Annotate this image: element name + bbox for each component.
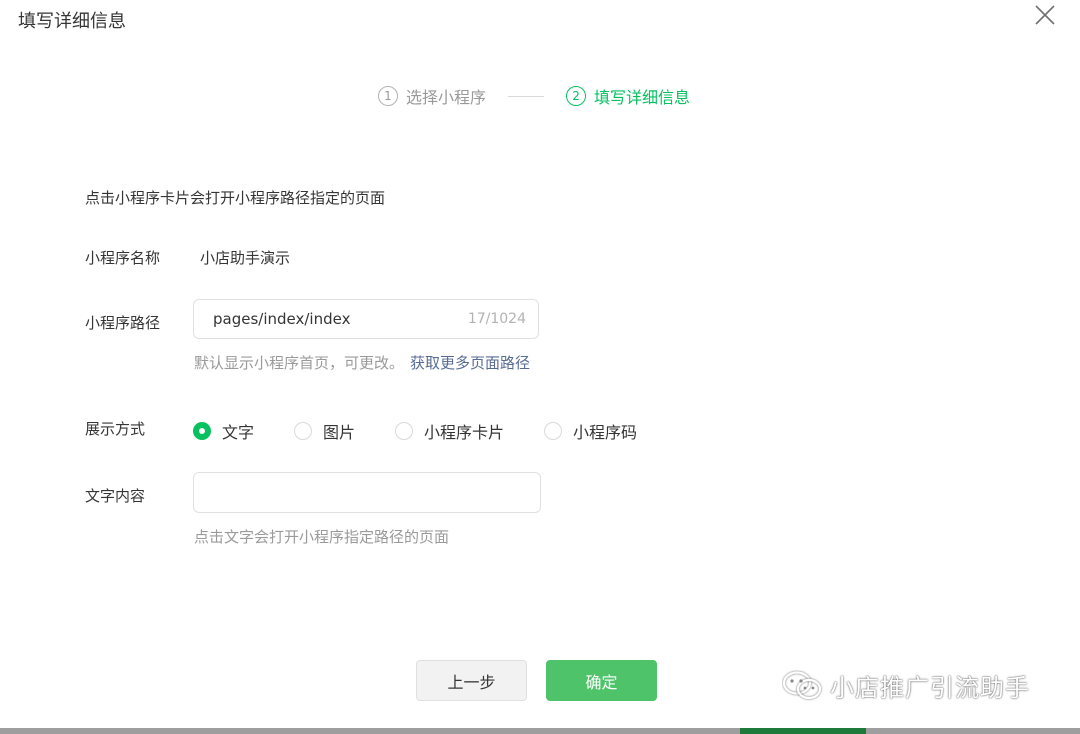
step-fill-details: 2 填写详细信息 [566, 84, 690, 108]
text-content-help: 点击文字会打开小程序指定路径的页面 [194, 528, 450, 546]
radio-indicator [544, 422, 563, 440]
watermark-text: 小店推广引流助手 [830, 674, 1030, 702]
step-select-miniprogram: 1 选择小程序 [378, 84, 486, 108]
radio-card[interactable]: 小程序卡片 [395, 419, 504, 443]
confirm-button[interactable]: 确定 [546, 660, 657, 701]
radio-image[interactable]: 图片 [294, 419, 355, 443]
radio-qrcode[interactable]: 小程序码 [544, 419, 637, 443]
display-label: 展示方式 [85, 420, 146, 438]
path-label: 小程序路径 [85, 314, 161, 332]
path-input[interactable]: pages/index/index 17/1024 [193, 299, 539, 339]
stepper: 1 选择小程序 2 填写详细信息 [378, 84, 690, 108]
step-label: 选择小程序 [406, 88, 487, 107]
more-paths-link[interactable]: 获取更多页面路径 [410, 354, 530, 372]
form-intro: 点击小程序卡片会打开小程序路径指定的页面 [85, 189, 386, 207]
radio-indicator [193, 422, 211, 440]
radio-label: 文字 [222, 423, 255, 442]
radio-label: 小程序码 [573, 423, 638, 442]
close-button[interactable] [1032, 2, 1058, 28]
name-value: 小店助手演示 [200, 249, 291, 267]
path-help-text: 默认显示小程序首页，可更改。 [194, 354, 405, 372]
name-label: 小程序名称 [85, 249, 161, 267]
display-radio-group: 文字 图片 小程序卡片 小程序码 [193, 419, 677, 443]
text-content-input[interactable] [193, 472, 541, 513]
path-char-count: 17/1024 [467, 311, 526, 327]
text-content-label: 文字内容 [85, 487, 146, 505]
radio-label: 小程序卡片 [424, 423, 505, 442]
path-help: 默认显示小程序首页，可更改。 获取更多页面路径 [194, 352, 530, 373]
watermark: 小店推广引流助手 [782, 668, 1030, 703]
radio-label: 图片 [323, 423, 356, 442]
bottom-strip [0, 728, 1080, 734]
wechat-icon [782, 670, 822, 699]
step-number: 2 [566, 86, 587, 106]
close-icon [1035, 5, 1055, 25]
bottom-strip-highlight [740, 728, 866, 734]
radio-indicator [395, 422, 414, 440]
dialog: 填写详细信息 1 选择小程序 2 填写详细信息 点击小程序卡片会打开小程序路径指… [0, 0, 1080, 734]
dialog-title: 填写详细信息 [18, 11, 126, 32]
step-number: 1 [378, 86, 398, 106]
radio-indicator [294, 422, 313, 440]
path-input-value: pages/index/index [213, 310, 351, 328]
prev-step-button[interactable]: 上一步 [416, 660, 527, 701]
step-divider [508, 95, 545, 97]
step-label: 填写详细信息 [594, 88, 691, 107]
radio-text[interactable]: 文字 [193, 419, 254, 443]
